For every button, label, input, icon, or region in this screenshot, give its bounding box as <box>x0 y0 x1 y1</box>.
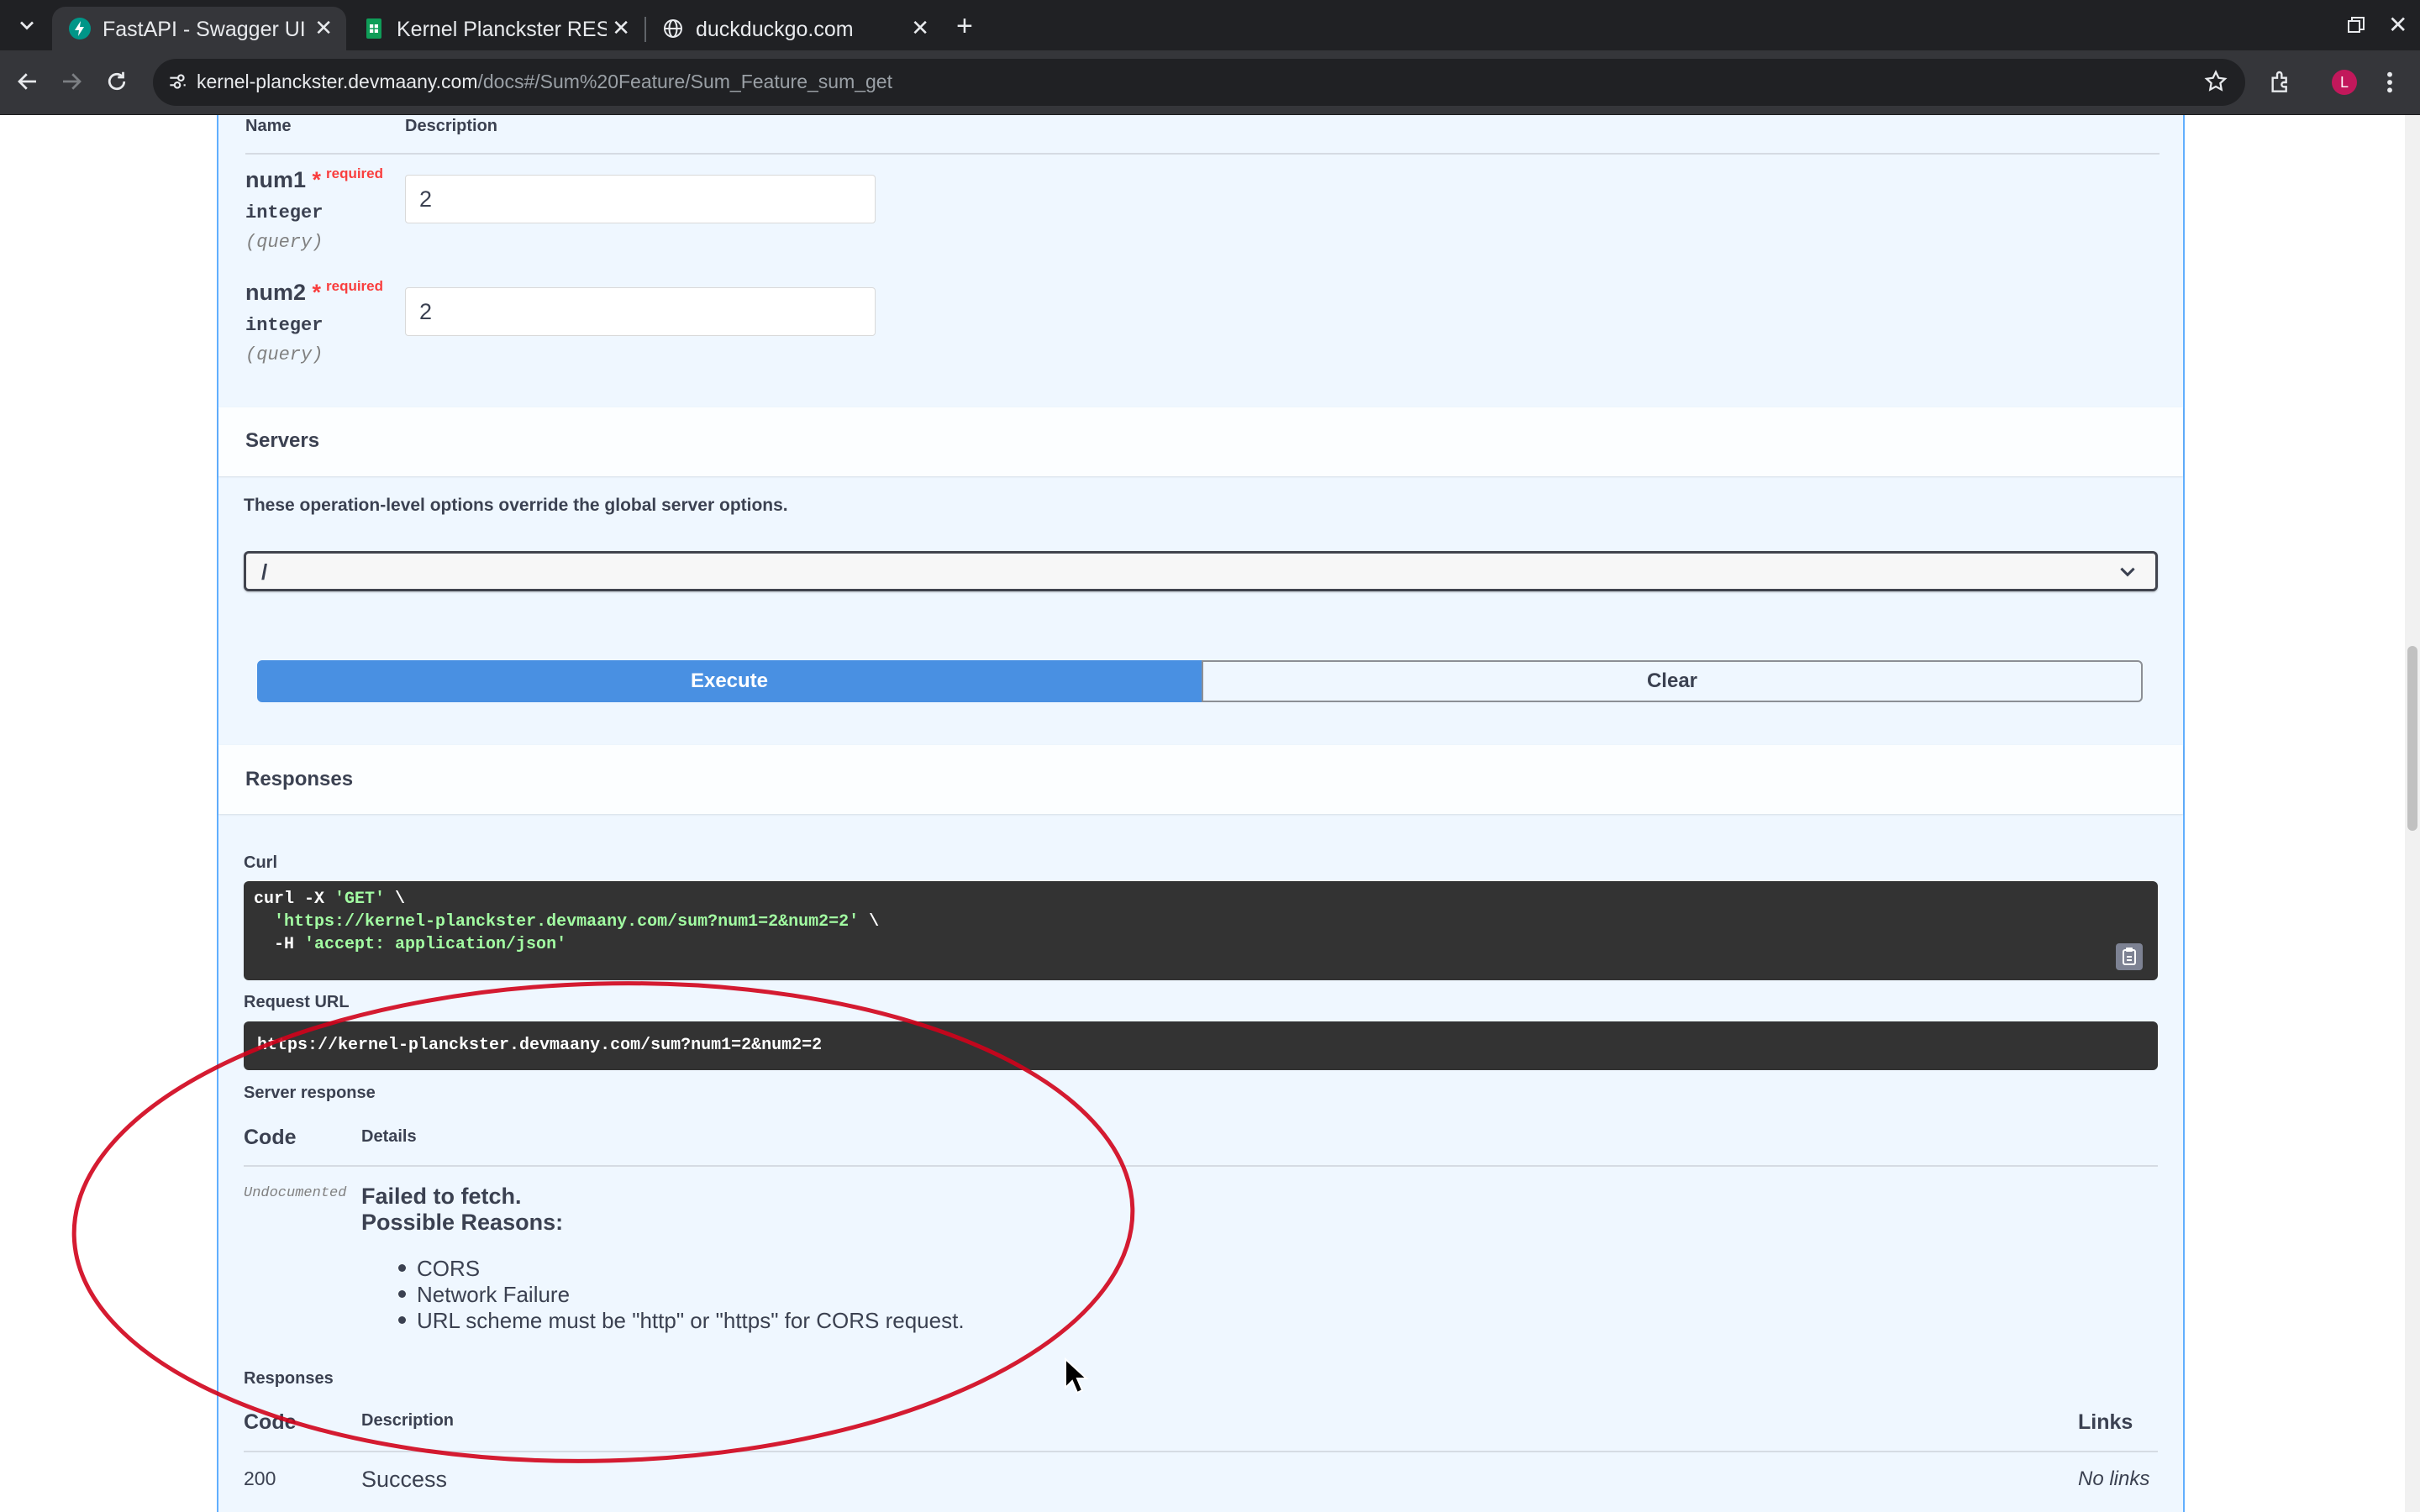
new-tab-icon[interactable]: + <box>956 12 973 40</box>
parameter-name: num1 * <box>245 167 322 192</box>
sheets-icon <box>363 18 385 39</box>
request-url-block: https://kernel-planckster.devmaany.com/s… <box>244 1021 2158 1070</box>
error-title: Failed to fetch. <box>361 1184 522 1209</box>
servers-description: These operation-level options override t… <box>244 496 788 515</box>
parameter-location: (query) <box>245 344 324 365</box>
browser-menu-icon[interactable] <box>2385 69 2395 100</box>
extensions-icon[interactable] <box>2267 69 2294 100</box>
bullet <box>398 1290 406 1298</box>
parameter-location: (query) <box>245 232 324 253</box>
response-code-200: 200 <box>244 1467 276 1489</box>
responses-title: Responses <box>245 768 354 790</box>
address-bar[interactable]: kernel-planckster.devmaany.com/docs#/Sum… <box>153 59 2245 106</box>
back-icon[interactable] <box>15 69 40 98</box>
scrollbar-thumb[interactable] <box>2407 646 2417 831</box>
fastapi-icon <box>69 18 91 39</box>
request-url-label: Request URL <box>244 993 350 1011</box>
close-tab-icon[interactable]: ✕ <box>314 15 333 41</box>
response-description: Success <box>361 1467 448 1492</box>
response-code-undocumented: Undocumented <box>244 1185 347 1201</box>
parameter-type: integer <box>245 315 324 336</box>
response-links: No links <box>2078 1467 2150 1490</box>
server-response-label: Server response <box>244 1084 376 1102</box>
site-settings-icon[interactable] <box>166 71 188 97</box>
url-text[interactable]: kernel-planckster.devmaany.com/docs#/Sum… <box>197 71 892 93</box>
tab-kernel-planckster[interactable]: Kernel Planckster RES ✕ <box>346 7 644 50</box>
swagger-page: Name Description num1 * required integer… <box>0 115 2405 1512</box>
url-host: kernel-planckster.devmaany.com <box>197 71 478 92</box>
restore-window-icon[interactable] <box>2346 15 2366 39</box>
servers-title: Servers <box>245 429 320 452</box>
close-window-icon[interactable]: ✕ <box>2388 13 2407 37</box>
curl-code-block: curl -X 'GET' \ 'https://kernel-planckst… <box>244 881 2158 980</box>
parameters-col-description: Description <box>405 117 498 135</box>
curl-label: Curl <box>244 853 277 872</box>
bullet <box>398 1264 406 1272</box>
required-label: required <box>326 165 384 181</box>
curl-line-3: -H 'accept: application/json' <box>254 935 567 954</box>
tab-duckduckgo[interactable]: duckduckgo.com ✕ <box>645 7 943 50</box>
required-label: required <box>326 278 384 294</box>
tab-search-chevron-icon[interactable] <box>15 13 39 41</box>
reason-network-failure: Network Failure <box>417 1282 571 1307</box>
reload-icon[interactable] <box>104 69 129 98</box>
reason-url-scheme: URL scheme must be "http" or "https" for… <box>417 1308 965 1333</box>
num1-input[interactable]: 2 <box>405 175 876 223</box>
parameters-col-name: Name <box>245 117 292 135</box>
server-response-col-code: Code <box>244 1126 297 1149</box>
request-url-value: https://kernel-planckster.devmaany.com/s… <box>257 1036 823 1055</box>
bullet <box>398 1316 406 1324</box>
server-response-col-details: Details <box>361 1127 417 1146</box>
profile-avatar[interactable]: L <box>2332 70 2357 95</box>
tab-fastapi-swagger[interactable]: FastAPI - Swagger UI ✕ <box>52 7 346 50</box>
browser-tab-bar: FastAPI - Swagger UI ✕ Kernel Planckster… <box>0 0 2420 50</box>
close-tab-icon[interactable]: ✕ <box>612 15 630 41</box>
tab-title: duckduckgo.com <box>696 18 854 41</box>
responses-col-description: Description <box>361 1411 455 1430</box>
server-select[interactable]: / <box>244 551 2158 591</box>
responses-table-divider <box>244 1451 2158 1452</box>
clear-button[interactable]: Clear <box>1202 660 2143 702</box>
forward-icon[interactable] <box>59 69 84 98</box>
copy-to-clipboard-icon[interactable] <box>2116 943 2143 970</box>
responses-col-links: Links <box>2078 1410 2133 1434</box>
server-select-value: / <box>261 559 268 585</box>
parameters-header-divider <box>245 153 2160 155</box>
parameter-name: num2 * <box>245 280 322 305</box>
globe-icon <box>662 18 684 39</box>
chevron-down-icon <box>2117 560 2139 582</box>
execute-button[interactable]: Execute <box>257 660 1202 702</box>
close-tab-icon[interactable]: ✕ <box>911 15 929 41</box>
responses-section-header: Responses <box>218 745 2183 814</box>
server-response-divider <box>244 1165 2158 1167</box>
page-scrollbar[interactable] <box>2405 115 2420 1512</box>
num2-input[interactable]: 2 <box>405 287 876 336</box>
tab-title: Kernel Planckster RES <box>397 18 607 41</box>
curl-line-2: 'https://kernel-planckster.devmaany.com/… <box>274 912 880 932</box>
tab-title: FastAPI - Swagger UI <box>103 18 304 41</box>
responses-col-code: Code <box>244 1410 297 1434</box>
error-subtitle: Possible Reasons: <box>361 1210 564 1235</box>
servers-section-header: Servers <box>218 407 2183 476</box>
url-path: /docs#/Sum%20Feature/Sum_Feature_sum_get <box>477 71 893 92</box>
curl-line-1: curl -X 'GET' \ <box>254 890 406 909</box>
responses-table-label: Responses <box>244 1369 334 1388</box>
parameter-type: integer <box>245 202 324 223</box>
reason-cors: CORS <box>417 1256 481 1281</box>
bookmark-star-icon[interactable] <box>2203 69 2228 98</box>
